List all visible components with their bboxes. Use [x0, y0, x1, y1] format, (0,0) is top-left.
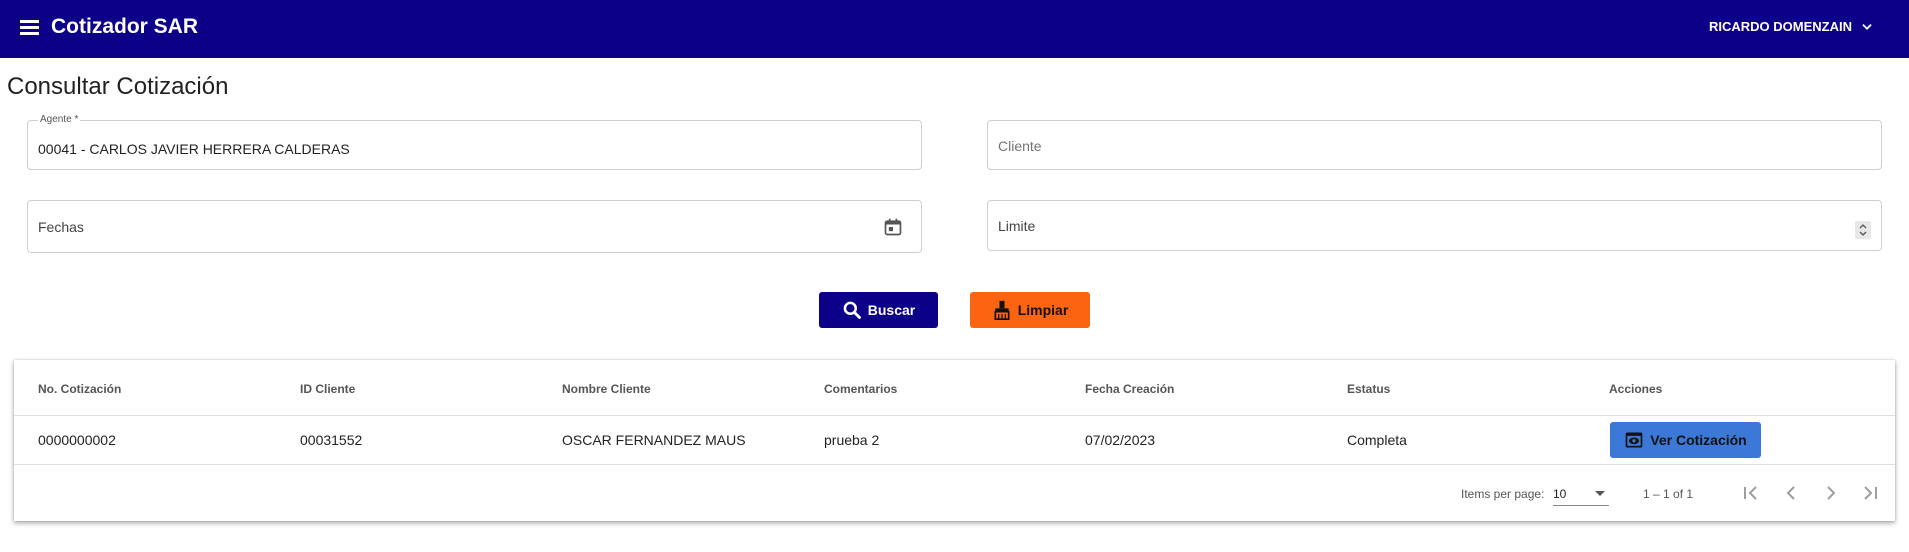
cliente-field[interactable]: [987, 120, 1882, 170]
buscar-label: Buscar: [867, 302, 916, 318]
results-table: No. Cotización ID Cliente Nombre Cliente…: [14, 360, 1895, 521]
agente-field[interactable]: Agente * 00041 - CARLOS JAVIER HERRERA C…: [27, 114, 922, 170]
column-header[interactable]: Nombre Cliente: [562, 382, 651, 396]
table-row[interactable]: 0000000002 00031552 OSCAR FERNANDEZ MAUS…: [14, 416, 1895, 465]
cell-comentarios: prueba 2: [824, 432, 880, 448]
limpiar-button[interactable]: Limpiar: [970, 292, 1090, 328]
last-page-icon[interactable]: [1855, 478, 1885, 508]
paginator: Items per page: 10 1 – 1 of 1: [14, 465, 1895, 521]
buscar-button[interactable]: Buscar: [819, 292, 938, 328]
fechas-placeholder: Fechas: [38, 219, 84, 235]
cell-estatus: Completa: [1347, 432, 1407, 448]
column-header: Acciones: [1609, 382, 1663, 396]
fechas-field[interactable]: Fechas: [27, 200, 922, 253]
agente-label: Agente *: [38, 114, 81, 125]
user-name: RICARDO DOMENZAIN: [1709, 19, 1852, 34]
chevron-down-icon: [1862, 23, 1872, 30]
range-label: 1 – 1 of 1: [1643, 487, 1694, 501]
column-header[interactable]: Estatus: [1347, 382, 1390, 396]
search-icon: [843, 301, 861, 319]
ver-cotizacion-label: Ver Cotización: [1650, 432, 1747, 448]
eye-icon: [1625, 432, 1643, 448]
dropdown-arrow-icon: [1595, 491, 1605, 496]
column-header[interactable]: No. Cotización: [38, 382, 121, 396]
limite-field[interactable]: Limite: [987, 200, 1882, 251]
limpiar-label: Limpiar: [1017, 302, 1069, 318]
cliente-input[interactable]: [998, 138, 1802, 154]
cell-no-cotizacion: 0000000002: [38, 432, 116, 448]
column-header[interactable]: Comentarios: [824, 382, 897, 396]
page-title: Consultar Cotización: [7, 73, 229, 100]
table-header: No. Cotización ID Cliente Nombre Cliente…: [14, 360, 1895, 416]
cell-fecha-creacion: 07/02/2023: [1085, 432, 1156, 448]
column-header[interactable]: ID Cliente: [300, 382, 355, 396]
menu-icon[interactable]: [20, 17, 42, 39]
calendar-icon[interactable]: [883, 217, 903, 237]
previous-page-icon[interactable]: [1776, 478, 1806, 508]
spinner-icon[interactable]: [1855, 221, 1871, 239]
broom-icon: [994, 300, 1010, 320]
column-header[interactable]: Fecha Creación: [1085, 382, 1174, 396]
user-menu-button[interactable]: RICARDO DOMENZAIN: [1709, 19, 1874, 34]
cell-id-cliente: 00031552: [300, 432, 363, 448]
items-per-page-label: Items per page:: [1461, 487, 1545, 501]
top-app-bar: Cotizador SAR RICARDO DOMENZAIN: [0, 0, 1909, 58]
cell-nombre-cliente: OSCAR FERNANDEZ MAUS: [562, 432, 746, 448]
limite-placeholder: Limite: [998, 218, 1036, 234]
items-per-page-value: 10: [1553, 487, 1567, 501]
first-page-icon[interactable]: [1736, 478, 1766, 508]
items-per-page-select[interactable]: 10: [1553, 481, 1609, 506]
ver-cotizacion-button[interactable]: Ver Cotización: [1610, 422, 1761, 458]
next-page-icon[interactable]: [1816, 478, 1846, 508]
app-title: Cotizador SAR: [51, 15, 198, 38]
agente-value: 00041 - CARLOS JAVIER HERRERA CALDERAS: [38, 141, 350, 157]
